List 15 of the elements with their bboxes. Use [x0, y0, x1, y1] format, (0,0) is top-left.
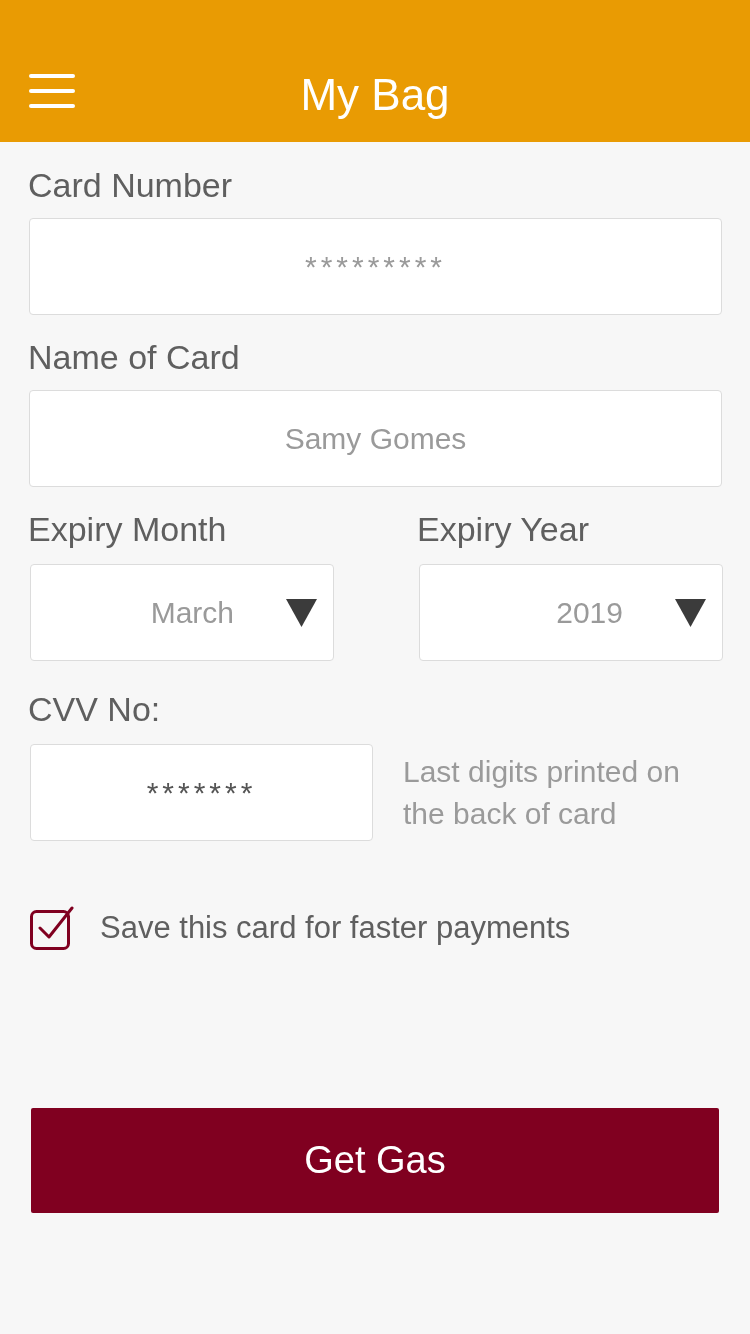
- page-title: My Bag: [300, 69, 450, 121]
- expiry-month-label: Expiry Month: [28, 509, 228, 550]
- card-name-field[interactable]: Samy Gomes: [29, 390, 722, 487]
- get-gas-button[interactable]: Get Gas: [31, 1108, 719, 1213]
- save-card-label: Save this card for faster payments: [100, 909, 571, 947]
- checkbox[interactable]: [30, 906, 74, 950]
- card-name-label: Name of Card: [28, 337, 241, 378]
- card-number-field[interactable]: *********: [29, 218, 722, 315]
- expiry-year-label: Expiry Year: [417, 509, 590, 550]
- dropdown-caret-icon: [286, 598, 317, 627]
- card-number-label: Card Number: [28, 165, 234, 206]
- cvv-hint: Last digits printed on the back of card: [403, 753, 681, 832]
- cvv-label: CVV No:: [28, 689, 162, 730]
- cvv-field[interactable]: *******: [30, 744, 373, 841]
- dropdown-caret-icon: [675, 598, 706, 627]
